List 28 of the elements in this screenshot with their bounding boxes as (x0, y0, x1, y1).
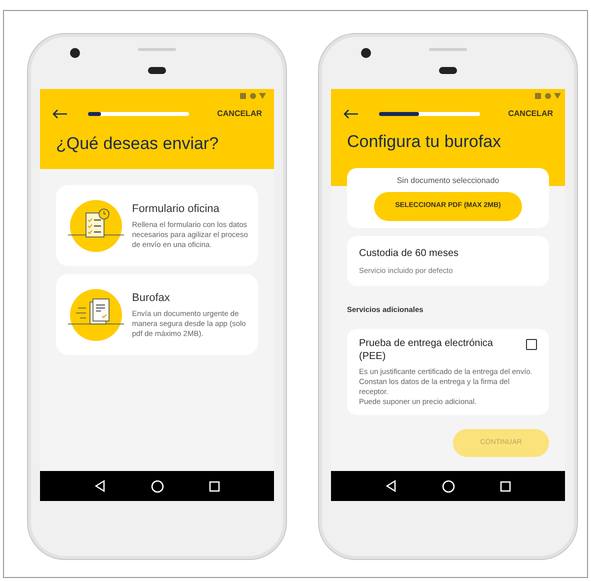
back-arrow-icon[interactable] (343, 109, 359, 119)
screen-title: ¿Qué deseas enviar? (55, 133, 220, 155)
cancel-button[interactable]: CANCELAR (217, 108, 262, 120)
square-icon[interactable] (208, 480, 220, 492)
service-title: Prueba de entrega electrónica (PEE) (359, 337, 494, 364)
documents-icon (68, 288, 124, 342)
camera-icon (361, 48, 371, 58)
speaker-icon (439, 67, 457, 74)
status-bar-icons (535, 93, 561, 100)
home-circle-icon[interactable] (150, 480, 164, 492)
earpiece-slot (429, 48, 467, 51)
screen-title: Configura tu burofax (346, 131, 502, 153)
square-icon[interactable] (500, 480, 511, 492)
status-bar-icons (240, 93, 266, 100)
back-arrow-icon[interactable] (52, 109, 68, 119)
cancel-button[interactable]: CANCELAR (508, 108, 553, 120)
option-title: Burofax (132, 290, 171, 306)
clipboard-checklist-icon (68, 198, 124, 252)
earpiece-slot (138, 48, 176, 51)
home-circle-icon[interactable] (442, 480, 455, 492)
custody-title: Custodia de 60 meses (359, 246, 460, 261)
back-triangle-icon[interactable] (385, 480, 398, 492)
back-triangle-icon[interactable] (94, 480, 106, 492)
camera-icon (70, 48, 80, 58)
document-status: Sin documento seleccionado (396, 175, 500, 187)
speaker-icon (148, 67, 166, 74)
option-title: Formulario oficina (132, 202, 220, 217)
service-checkbox[interactable] (526, 339, 537, 350)
